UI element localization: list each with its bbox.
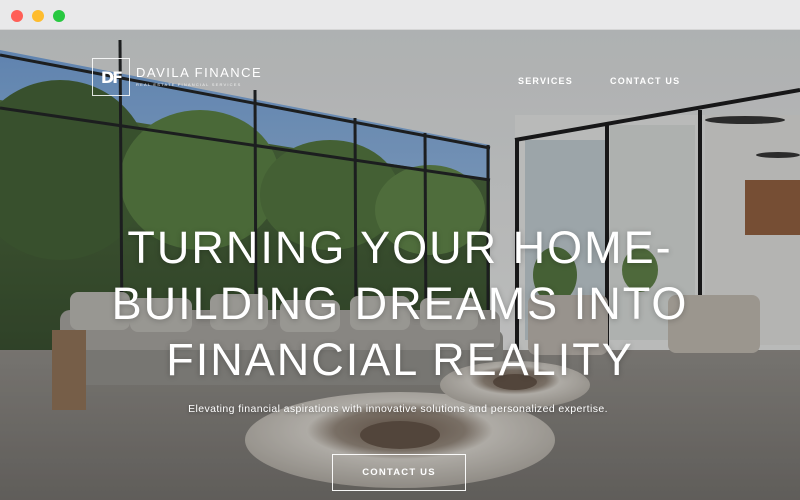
brand-name: DAVILA FINANCE [136,64,263,80]
logo-mark: DF [92,58,130,96]
headline-line-1: TURNING YOUR HOME- [127,222,673,273]
headline-line-3: FINANCIAL REALITY [166,334,634,385]
browser-chrome [0,0,800,30]
nav-contact-link[interactable]: CONTACT US [610,76,680,86]
brand-tagline: REAL ESTATE FINANCIAL SERVICES [136,81,242,87]
brand-logo[interactable]: DF DAVILA FINANCE REAL ESTATE FINANCIAL … [92,58,262,96]
hero-headline: TURNING YOUR HOME- BUILDING DREAMS INTO … [80,220,720,388]
minimize-window-icon[interactable] [32,10,44,22]
maximize-window-icon[interactable] [53,10,65,22]
nav-services-link[interactable]: SERVICES [518,76,573,86]
logo-text: DAVILA FINANCE REAL ESTATE FINANCIAL SER… [136,64,263,89]
hero-subheadline: Elevating financial aspirations with inn… [188,403,608,415]
hero-section: DF DAVILA FINANCE REAL ESTATE FINANCIAL … [0,30,800,500]
contact-us-button[interactable]: CONTACT US [332,454,466,491]
headline-line-2: BUILDING DREAMS INTO [111,278,689,329]
close-window-icon[interactable] [11,10,23,22]
